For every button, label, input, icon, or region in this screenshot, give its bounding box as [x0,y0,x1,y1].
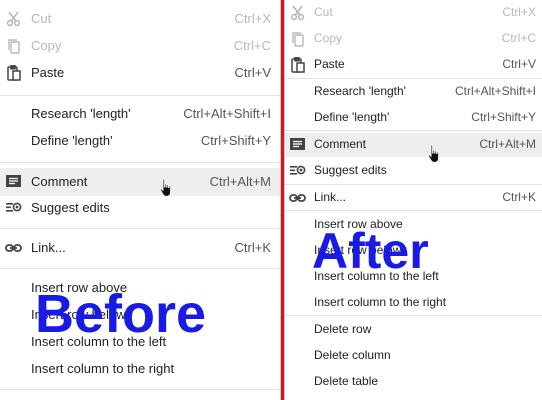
menu-item-label: Link... [31,240,66,255]
shortcut-text: Ctrl+Alt+Shift+I [183,106,271,121]
hand-cursor-icon [159,178,172,197]
menu-item-delete-column[interactable]: Delete column [285,348,542,364]
menu-separator [285,130,542,131]
suggest-edits-icon [5,200,23,216]
menu-item-label: Define 'length' [31,133,113,148]
clipboard-icon [289,57,307,73]
menu-item-label: Cut [31,11,52,26]
shortcut-text: Ctrl+V [502,57,536,71]
menu-item-paste[interactable]: Paste Ctrl+V [0,65,280,83]
shortcut-text: Ctrl+C [233,38,271,53]
menu-item-label: Cut [314,5,333,19]
shortcut-text: Ctrl+K [502,190,536,204]
menu-item-delete-row[interactable]: Delete row [285,322,542,338]
shortcut-text: Ctrl+Alt+Shift+I [454,84,536,98]
link-icon [5,240,23,256]
menu-separator [0,268,280,269]
menu-separator [285,78,542,79]
link-icon [289,190,307,206]
menu-separator [285,315,542,316]
menu-item-label: Insert column to the right [314,295,447,309]
shortcut-text: Ctrl+K [234,240,271,255]
menu-item-cut[interactable]: Cut Ctrl+X [285,5,542,21]
menu-item-label: Suggest edits [314,163,387,177]
clipboard-icon [5,65,23,81]
menu-item-research[interactable]: Research 'length' Ctrl+Alt+Shift+I [0,106,280,124]
menu-item-comment[interactable]: Comment Ctrl+Alt+M [285,133,542,157]
menu-item-delete-table[interactable]: Delete table [285,374,542,390]
context-menu-before: Cut Ctrl+X Copy Ctrl+C Paste Ctrl+V Rese… [0,0,281,400]
shortcut-text: Ctrl+Shift+Y [200,133,271,148]
menu-item-insert-column-right[interactable]: Insert column to the right [285,295,542,311]
after-watermark: After [312,223,429,279]
comment-icon [5,174,23,190]
menu-separator [285,210,542,211]
menu-item-define[interactable]: Define 'length' Ctrl+Shift+Y [285,110,542,126]
menu-item-label: Link... [314,190,347,204]
menu-separator [0,389,280,390]
suggest-edits-icon [289,163,307,179]
menu-item-label: Delete table [314,374,379,388]
menu-item-paste[interactable]: Paste Ctrl+V [285,57,542,73]
comment-icon [289,137,307,153]
shortcut-text: Ctrl+Alt+M [479,137,536,151]
shortcut-text: Ctrl+Shift+Y [471,110,536,124]
menu-item-label: Copy [314,31,343,45]
menu-item-suggest-edits[interactable]: Suggest edits [285,163,542,179]
before-watermark: Before [35,284,207,344]
menu-item-comment[interactable]: Comment Ctrl+Alt+M [0,168,280,196]
shortcut-text: Ctrl+Alt+M [209,174,271,189]
copy-icon [5,38,23,54]
copy-icon [289,31,307,47]
shortcut-text: Ctrl+X [502,5,536,19]
menu-item-research[interactable]: Research 'length' Ctrl+Alt+Shift+I [285,84,542,100]
menu-item-define[interactable]: Define 'length' Ctrl+Shift+Y [0,133,280,151]
menu-item-label: Delete column [314,348,391,362]
menu-item-copy[interactable]: Copy Ctrl+C [0,38,280,56]
menu-separator [0,228,280,229]
menu-item-link[interactable]: Link... Ctrl+K [0,240,280,258]
menu-item-label: Paste [314,57,345,71]
hand-cursor-icon [427,144,440,163]
menu-item-label: Research 'length' [31,106,131,121]
menu-item-insert-column-right[interactable]: Insert column to the right [0,361,280,379]
menu-separator [0,95,280,96]
scissors-icon [5,11,23,27]
menu-item-label: Copy [31,38,62,53]
menu-item-copy[interactable]: Copy Ctrl+C [285,31,542,47]
shortcut-text: Ctrl+C [501,31,536,45]
menu-item-suggest-edits[interactable]: Suggest edits [0,200,280,218]
context-menu-after: Cut Ctrl+X Copy Ctrl+C Paste Ctrl+V Rese… [284,0,542,400]
menu-item-label: Suggest edits [31,200,110,215]
menu-item-label: Comment [31,174,88,189]
shortcut-text: Ctrl+X [234,11,271,26]
menu-item-cut[interactable]: Cut Ctrl+X [0,11,280,29]
menu-item-label: Paste [31,65,65,80]
menu-separator [285,184,542,185]
menu-item-label: Research 'length' [314,84,406,98]
menu-item-label: Comment [314,137,367,151]
comparison-stage: Cut Ctrl+X Copy Ctrl+C Paste Ctrl+V Rese… [0,0,542,400]
menu-separator [0,162,280,163]
menu-item-label: Delete row [314,322,372,336]
menu-item-link[interactable]: Link... Ctrl+K [285,190,542,206]
scissors-icon [289,5,307,21]
menu-item-label: Insert column to the right [31,361,175,376]
shortcut-text: Ctrl+V [234,65,271,80]
menu-item-label: Define 'length' [314,110,390,124]
